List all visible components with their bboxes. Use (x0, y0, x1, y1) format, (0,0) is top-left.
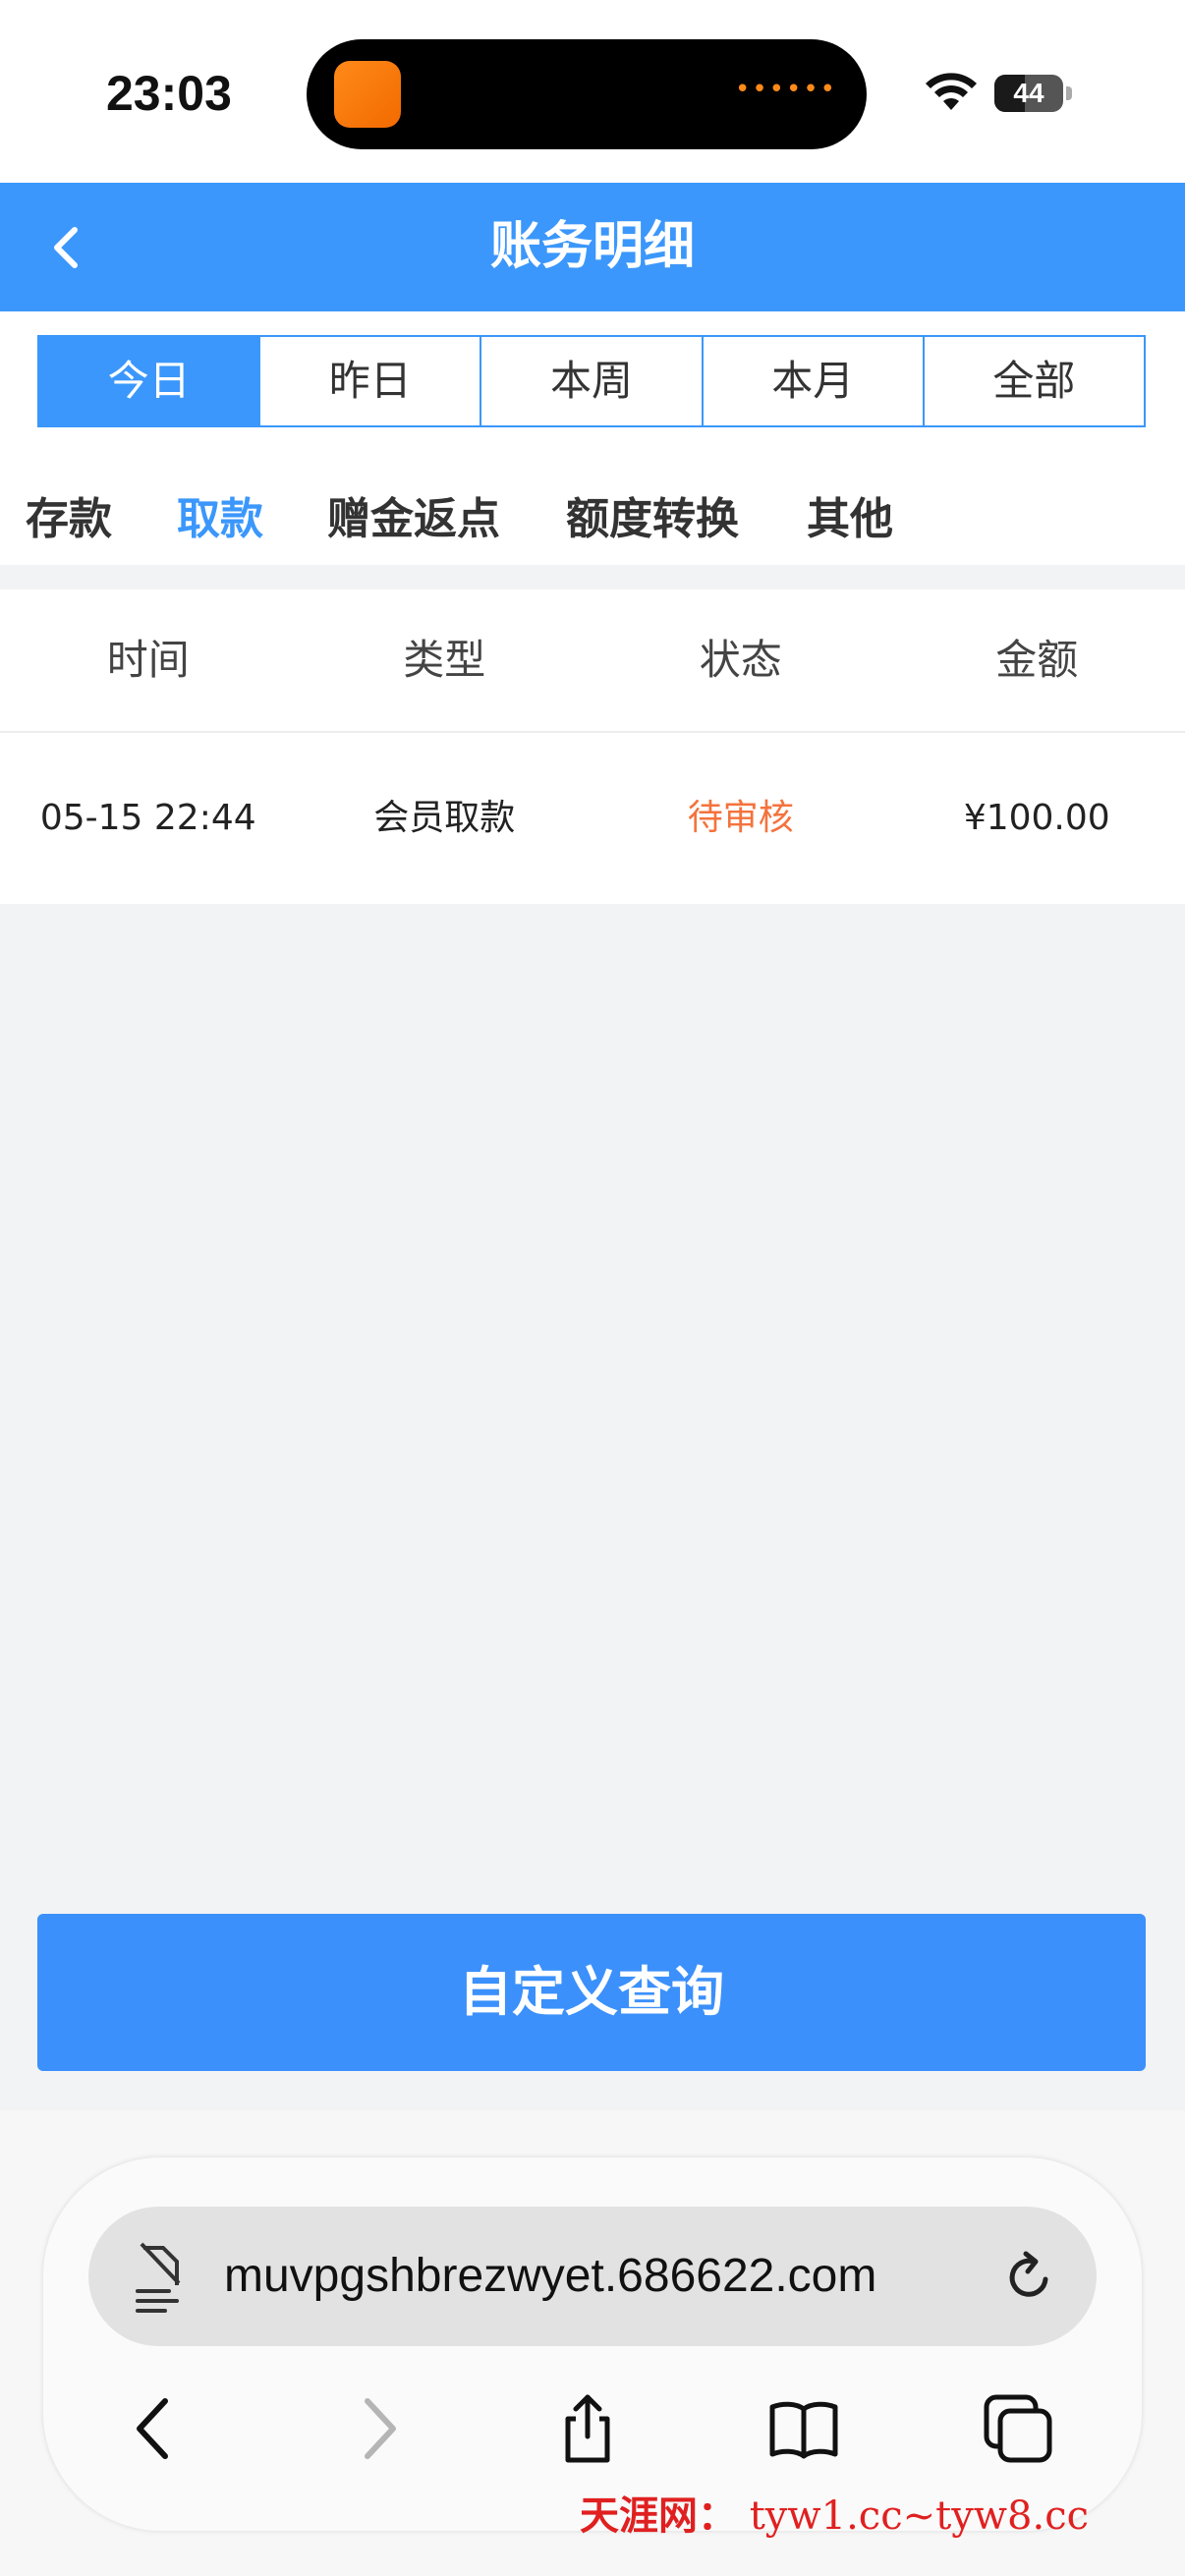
tab-deposit[interactable]: 存款 (26, 439, 112, 565)
column-type: 类型 (403, 636, 486, 684)
period-filter: 今日 昨日 本周 本月 全部 (0, 311, 1185, 439)
dynamic-island: •••••• (307, 39, 867, 149)
tab-today[interactable]: 今日 (39, 337, 261, 425)
custom-query-button[interactable]: 自定义查询 (37, 1914, 1146, 2071)
tabs-icon[interactable] (983, 2393, 1053, 2464)
column-status: 状态 (699, 636, 782, 684)
battery-icon: 44 (994, 75, 1063, 112)
browser-forward-icon[interactable] (342, 2393, 413, 2464)
watermark: 天涯网： tyw1.cc~tyw8.cc (580, 2484, 1089, 2541)
tab-credit-transfer[interactable]: 额度转换 (566, 439, 739, 565)
table-header: 时间 类型 状态 金额 (0, 589, 1185, 733)
row-status: 待审核 (687, 798, 794, 838)
table-row[interactable]: 05-15 22:44 会员取款 待审核 ¥100.00 (0, 733, 1185, 904)
watermark-cn: 天涯网： (580, 2492, 737, 2539)
status-time: 23:03 (106, 66, 232, 121)
tab-this-week[interactable]: 本周 (481, 337, 704, 425)
address-bar[interactable]: muvpgshbrezwyet.686622.com (88, 2207, 1097, 2346)
reload-icon[interactable] (1002, 2250, 1057, 2305)
column-time: 时间 (106, 636, 190, 684)
bookmarks-icon[interactable] (768, 2393, 839, 2464)
row-type: 会员取款 (373, 798, 516, 838)
url-text[interactable]: muvpgshbrezwyet.686622.com (224, 2207, 876, 2346)
tab-withdraw[interactable]: 取款 (177, 439, 263, 565)
activity-dots-icon: •••••• (734, 75, 837, 104)
tab-bonus-rebate[interactable]: 赠金返点 (327, 439, 500, 565)
page-title: 账务明细 (489, 217, 695, 276)
category-tabs: 存款 取款 赠金返点 额度转换 其他 (0, 439, 1185, 565)
battery-percent: 44 (1013, 78, 1044, 108)
wifi-icon (926, 73, 977, 110)
share-icon[interactable] (552, 2393, 623, 2464)
header: 账务明细 (0, 183, 1185, 311)
tab-yesterday[interactable]: 昨日 (260, 337, 482, 425)
tab-all[interactable]: 全部 (924, 337, 1145, 425)
battery-tip (1066, 86, 1072, 100)
app-activity-icon (334, 61, 401, 128)
watermark-url: tyw1.cc~tyw8.cc (749, 2493, 1089, 2539)
tab-other[interactable]: 其他 (807, 439, 893, 565)
period-tabs: 今日 昨日 本周 本月 全部 (37, 335, 1146, 427)
transactions-table: 时间 类型 状态 金额 05-15 22:44 会员取款 待审核 ¥100.00 (0, 589, 1185, 904)
browser-back-icon[interactable] (120, 2393, 191, 2464)
row-amount: ¥100.00 (963, 798, 1110, 838)
reader-mode-icon[interactable] (134, 2240, 187, 2313)
status-bar: 23:03 •••••• 44 (0, 0, 1185, 183)
row-time: 05-15 22:44 (39, 798, 256, 838)
back-arrow-icon[interactable] (43, 218, 92, 277)
column-amount: 金额 (995, 636, 1079, 684)
tab-this-month[interactable]: 本月 (703, 337, 925, 425)
